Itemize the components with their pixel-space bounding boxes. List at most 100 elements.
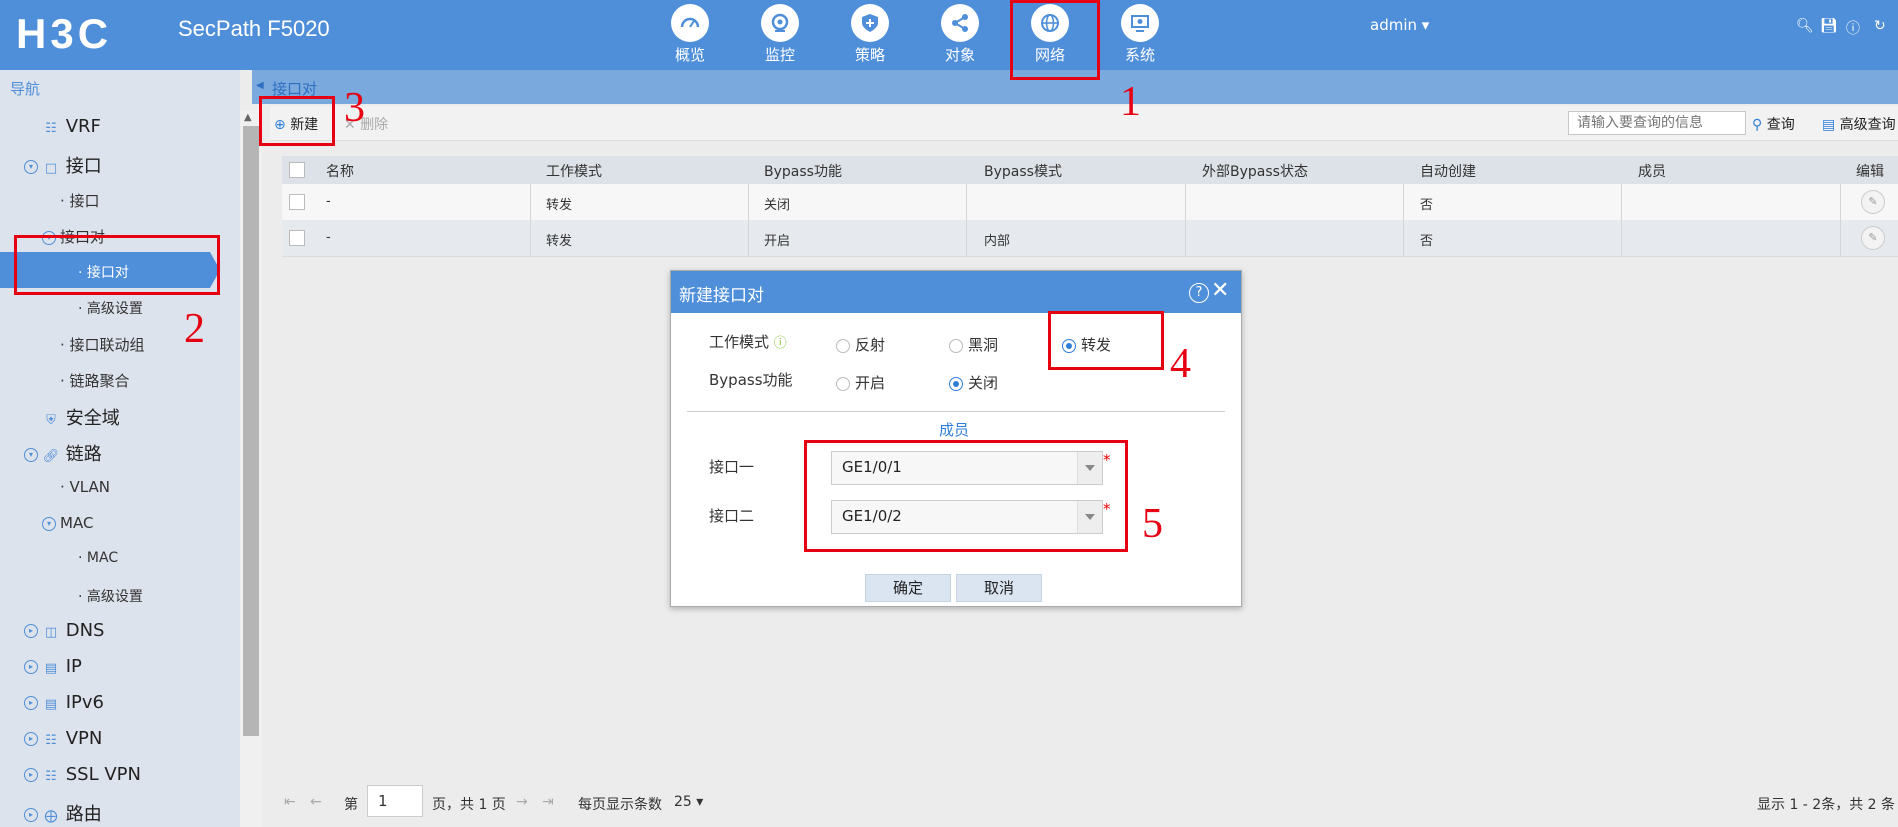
- share-nodes-icon: [941, 4, 979, 42]
- next-page-icon[interactable]: →: [516, 794, 528, 810]
- sidebar-item-dns[interactable]: ▸ ◫ DNS: [24, 620, 105, 641]
- sidebar-item-label: 高级设置: [86, 589, 143, 605]
- sidebar-item-interface-sub[interactable]: · 接口: [60, 190, 100, 211]
- table-row[interactable]: [282, 184, 1898, 221]
- sidebar-item-vrf[interactable]: ☷ VRF: [42, 116, 101, 137]
- query-button[interactable]: ⚲ 查询: [1752, 114, 1795, 134]
- sidebar-item-ssl-vpn[interactable]: ▸ ☷ SSL VPN: [24, 764, 141, 785]
- save-icon[interactable]: 💾︎: [1820, 18, 1838, 34]
- chevron-down-icon: ▾: [1421, 16, 1430, 34]
- nav-overview[interactable]: 概览: [650, 0, 730, 70]
- search-icon[interactable]: 🔍︎: [1796, 18, 1814, 34]
- page-number-input[interactable]: 1: [367, 785, 423, 817]
- sidebar-item-label: MAC: [86, 550, 119, 566]
- nav-monitor[interactable]: 监控: [740, 0, 820, 70]
- column-header-name[interactable]: 名称: [326, 161, 354, 181]
- search-input[interactable]: [1568, 111, 1746, 135]
- sidebar-item-mac-advanced[interactable]: · 高级设置: [78, 586, 143, 606]
- user-menu[interactable]: admin ▾: [1370, 16, 1429, 34]
- help-icon[interactable]: ⓘ: [1846, 18, 1860, 38]
- expand-icon[interactable]: ▸: [24, 624, 38, 638]
- sidebar-item-interface[interactable]: ▾ □ 接口: [24, 152, 102, 178]
- annotation-number-5: 5: [1142, 501, 1163, 547]
- sidebar-item-ipv6[interactable]: ▸ ▤ IPv6: [24, 692, 104, 713]
- edit-pencil-icon[interactable]: ✎: [1861, 190, 1885, 214]
- sidebar-item-security-zone[interactable]: ⛨ 安全域: [42, 404, 120, 430]
- bypass-off-label[interactable]: 关闭: [968, 372, 998, 393]
- advanced-query-button[interactable]: ▤ 高级查询: [1822, 114, 1896, 134]
- expand-icon[interactable]: ▸: [24, 808, 38, 822]
- sidebar-item-mac[interactable]: · MAC: [78, 550, 118, 566]
- refresh-icon[interactable]: ↻: [1874, 18, 1886, 34]
- username: admin: [1370, 16, 1417, 34]
- help-circle-icon[interactable]: ⓘ: [774, 336, 787, 351]
- expand-icon[interactable]: ▸: [24, 660, 38, 674]
- nav-policy-label: 策略: [854, 46, 885, 64]
- expand-icon[interactable]: ▸: [24, 768, 38, 782]
- close-icon[interactable]: ✕: [1211, 278, 1229, 303]
- scroll-up-icon[interactable]: ▲: [244, 112, 252, 123]
- nav-system-label: 系统: [1124, 46, 1155, 64]
- sidebar-item-label: MAC: [60, 514, 94, 532]
- search-icon: ⚲: [1752, 117, 1763, 133]
- interface-two-label: 接口二: [709, 507, 755, 525]
- vpn-icon: ☷: [45, 733, 57, 748]
- sidebar-item-vpn[interactable]: ▸ ☷ VPN: [24, 728, 102, 749]
- table-row[interactable]: [282, 220, 1898, 257]
- nav-policy[interactable]: 策略: [830, 0, 910, 70]
- bypass-off-radio[interactable]: [949, 377, 963, 391]
- nav-system[interactable]: 系统: [1100, 0, 1180, 70]
- column-header-auto-created[interactable]: 自动创建: [1420, 161, 1476, 181]
- display-gear-icon: [1121, 4, 1159, 42]
- mode-blackhole-radio[interactable]: [949, 339, 963, 353]
- column-header-external-bypass[interactable]: 外部Bypass状态: [1202, 161, 1308, 181]
- expand-icon[interactable]: ▸: [24, 696, 38, 710]
- row-checkbox[interactable]: [289, 194, 305, 210]
- sidebar-item-vlan[interactable]: · VLAN: [60, 478, 110, 496]
- expand-icon[interactable]: ▾: [42, 516, 56, 531]
- column-header-mode[interactable]: 工作模式: [546, 161, 602, 181]
- bypass-on-label[interactable]: 开启: [855, 372, 885, 393]
- h3c-logo: H3C: [16, 10, 113, 57]
- expand-icon[interactable]: ▸: [24, 732, 38, 746]
- cell-name: -: [326, 194, 331, 209]
- expand-icon[interactable]: ▾: [24, 448, 38, 462]
- sidebar-item-link-group[interactable]: · 接口联动组: [60, 334, 145, 355]
- first-page-icon[interactable]: ⇤: [284, 794, 296, 810]
- column-divider: [1403, 184, 1404, 256]
- last-page-icon[interactable]: ⇥: [542, 794, 554, 810]
- column-header-members[interactable]: 成员: [1638, 161, 1666, 181]
- expand-icon[interactable]: ▾: [24, 160, 38, 174]
- sidebar-item-link-aggregation[interactable]: · 链路聚合: [60, 370, 130, 391]
- mode-reflect-label[interactable]: 反射: [855, 334, 885, 355]
- cancel-button[interactable]: 取消: [956, 574, 1042, 602]
- sidebar-item-label: 路由: [65, 804, 102, 825]
- advanced-search-icon: ▤: [1822, 117, 1836, 133]
- edit-pencil-icon[interactable]: ✎: [1861, 226, 1885, 250]
- annotation-box-5: [804, 440, 1128, 552]
- row-checkbox[interactable]: [289, 230, 305, 246]
- mode-label-text: 工作模式: [709, 333, 770, 351]
- mode-label: 工作模式 ⓘ: [709, 331, 787, 352]
- sidebar-item-mac-group[interactable]: ▾ MAC: [42, 514, 93, 532]
- bypass-label: Bypass功能: [709, 371, 793, 389]
- select-all-checkbox[interactable]: [289, 162, 305, 178]
- prev-page-icon[interactable]: ←: [310, 794, 322, 810]
- collapse-sidebar-icon[interactable]: ◀: [256, 80, 264, 91]
- help-icon[interactable]: ?: [1189, 283, 1209, 303]
- sidebar-item-link[interactable]: ▾ 🔗︎ 链路: [24, 440, 102, 466]
- nav-object[interactable]: 对象: [920, 0, 1000, 70]
- sidebar-item-advanced[interactable]: · 高级设置: [78, 298, 143, 318]
- bypass-on-radio[interactable]: [836, 377, 850, 391]
- mode-reflect-radio[interactable]: [836, 339, 850, 353]
- sidebar-scrollbar-thumb[interactable]: [243, 126, 259, 736]
- column-header-bypass-mode[interactable]: Bypass模式: [984, 161, 1062, 181]
- ip-icon: ▤: [44, 661, 58, 676]
- ok-button[interactable]: 确定: [865, 574, 951, 602]
- column-header-bypass[interactable]: Bypass功能: [764, 161, 842, 181]
- annotation-box-2: [14, 235, 220, 295]
- sidebar-item-routing[interactable]: ▸ ⨁ 路由: [24, 800, 102, 826]
- mode-blackhole-label[interactable]: 黑洞: [968, 334, 998, 355]
- per-page-select[interactable]: 25 ▾: [674, 794, 703, 810]
- sidebar-item-ip[interactable]: ▸ ▤ IP: [24, 656, 82, 677]
